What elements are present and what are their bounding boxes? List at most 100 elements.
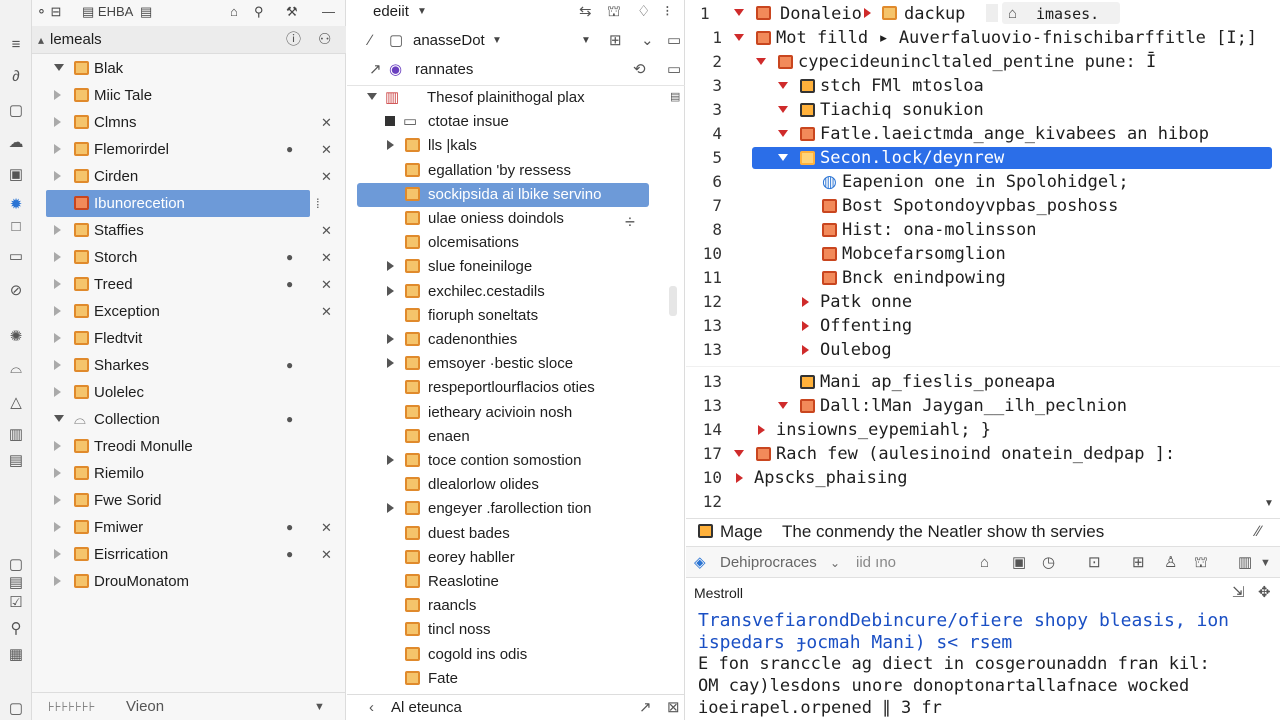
doc-icon[interactable]: ▢ — [7, 556, 25, 574]
close-icon[interactable]: ✕ — [321, 271, 332, 298]
chevron-right-icon[interactable] — [802, 290, 809, 314]
chevron-down-icon[interactable] — [54, 55, 64, 82]
mid-tree-item[interactable]: cadenonthies — [347, 328, 667, 352]
toolbar-menu-2[interactable]: ▤ EHBA — [82, 0, 133, 24]
chevron-right-icon[interactable] — [802, 338, 809, 362]
bookmark-icon[interactable]: ⌂ — [230, 0, 238, 24]
chevron-right-icon[interactable] — [54, 541, 61, 568]
gear-icon[interactable]: ✹ — [7, 196, 25, 214]
editor-line[interactable]: 13 Oulebog — [686, 338, 1280, 362]
close-icon[interactable]: ✕ — [321, 163, 332, 190]
columns-toolbar-icon[interactable]: ▥ — [1238, 547, 1252, 579]
save-icon[interactable]: ▣ — [1012, 547, 1026, 579]
mid-tree-item[interactable]: ▥ Thesof plainithogal plax — [347, 86, 667, 110]
chevron-right-icon[interactable] — [54, 514, 61, 541]
person-icon[interactable]: ♙ — [1164, 547, 1177, 579]
stop-icon[interactable] — [385, 116, 395, 127]
tab1-arrow-icon[interactable] — [734, 2, 744, 26]
chevron-right-icon[interactable] — [387, 134, 394, 158]
lock-icon[interactable]: ⛫ — [607, 0, 621, 24]
left-tree-item[interactable]: Blak — [32, 55, 346, 82]
close-icon[interactable]: ✕ — [321, 244, 332, 271]
chevron-right-icon[interactable] — [54, 298, 61, 325]
mid-tree-item[interactable]: engeyer .farollection tion — [347, 497, 667, 521]
card-icon[interactable]: ▭ — [667, 57, 681, 83]
chevron-right-icon[interactable] — [802, 314, 809, 338]
wrench-icon[interactable]: ⚒ — [286, 0, 298, 24]
status-dot-icon[interactable]: ● — [286, 352, 293, 379]
panel-toggle-icon[interactable]: ▭ — [667, 28, 681, 54]
mid-tree-item[interactable]: fioruph soneltats — [347, 304, 667, 328]
chevron-right-icon[interactable] — [54, 244, 61, 271]
upload-icon[interactable]: ⌓ — [7, 360, 25, 378]
editor-line[interactable]: 12 — [686, 490, 1280, 514]
left-tree-item[interactable]: Cirden ✕ — [32, 163, 346, 190]
editor-line[interactable]: 14 insiowns_eypemiahl; } — [686, 418, 1280, 442]
editor-line[interactable]: 10 Apscks_phaising — [686, 466, 1280, 490]
mid-tree-item[interactable]: ietheary acivioin nosh — [347, 401, 667, 425]
chevron-right-icon[interactable] — [54, 136, 61, 163]
tab-donaleio[interactable]: Donaleio — [780, 2, 862, 26]
chevron-down-icon[interactable] — [367, 86, 377, 110]
mid-tree-item[interactable]: emsoyer ·bestic sloce — [347, 352, 667, 376]
chevron-down-icon[interactable] — [778, 394, 788, 418]
left-tree-item[interactable]: Sharkes ● — [32, 352, 346, 379]
chevron-down-icon[interactable] — [778, 122, 788, 146]
cloud-icon[interactable]: ☁ — [7, 134, 25, 152]
editor-line[interactable]: 11 Bnck enindpowing — [686, 266, 1280, 290]
left-tree-item[interactable]: Uolelec — [32, 379, 346, 406]
chevron-down-icon[interactable] — [756, 50, 766, 74]
search-icon[interactable]: ◉ — [389, 57, 402, 83]
chevron-right-icon[interactable] — [736, 466, 743, 490]
grid-icon[interactable]: ▢ — [7, 700, 25, 718]
mid-tree-item[interactable]: Fate — [347, 667, 667, 691]
mid-tree-item[interactable]: duest bades — [347, 522, 667, 546]
zoom-icon[interactable]: ⊡ — [1088, 547, 1101, 579]
check-icon[interactable]: ☑ — [7, 594, 25, 612]
left-tree-item[interactable]: Miic Tale — [32, 82, 346, 109]
left-footer-label[interactable]: Vieon — [126, 693, 164, 720]
close-icon[interactable]: ✕ — [321, 217, 332, 244]
left-tree-item[interactable]: Fledtvit — [32, 325, 346, 352]
grid-toolbar-icon[interactable]: ⊞ — [1132, 547, 1145, 579]
list-icon[interactable]: ▤ — [7, 574, 25, 592]
link-icon[interactable]: ∂ — [7, 68, 25, 86]
user-icon[interactable]: ⚇ — [318, 26, 331, 54]
editor-line[interactable]: 3 Tiachiq sonukion — [686, 98, 1280, 122]
refresh-icon[interactable]: ⟲ — [633, 57, 646, 83]
edit-icon[interactable]: ∕ — [369, 28, 372, 54]
collapse-icon[interactable]: ▴ — [38, 26, 44, 54]
close-icon[interactable]: ✕ — [321, 298, 332, 325]
status-dot-icon[interactable]: ● — [286, 541, 293, 568]
chevron-right-icon[interactable] — [387, 352, 394, 376]
mid-tree-item[interactable]: olcemisations — [347, 231, 667, 255]
editor-line[interactable]: 4 Fatle.laeictmda_ange_kivabees an hibop — [686, 122, 1280, 146]
image-icon[interactable]: ▣ — [7, 166, 25, 184]
bottom-dropdown-icon[interactable]: ⌄ — [830, 547, 840, 579]
chevron-down-icon[interactable] — [734, 442, 744, 466]
chevron-down-icon[interactable] — [778, 74, 788, 98]
wand-icon[interactable]: ↗ — [369, 57, 382, 83]
bottom-dropdown[interactable]: Dehiprocraces — [720, 547, 817, 579]
editor-line[interactable]: 10 Mobcefarsomglion — [686, 242, 1280, 266]
chevron-right-icon[interactable] — [54, 379, 61, 406]
chevron-right-icon[interactable] — [387, 255, 394, 279]
editor-line[interactable]: 13 Mani ap_fieslis_poneapa — [686, 370, 1280, 394]
clock-icon[interactable]: ◷ — [1042, 547, 1055, 579]
editor-line[interactable]: 3 stch FMl mtosloa — [686, 74, 1280, 98]
chevron-right-icon[interactable] — [54, 433, 61, 460]
status-edit-icon[interactable]: ∕∕ — [1256, 519, 1261, 545]
info-icon[interactable]: ⓘ — [286, 26, 301, 54]
file-icon[interactable]: ▢ — [7, 102, 25, 120]
pin-icon[interactable]: ⚲ — [7, 620, 25, 638]
compass-icon[interactable]: ⊘ — [7, 282, 25, 300]
mid-tree-item[interactable]: cogold ins odis — [347, 643, 667, 667]
chevron-right-icon[interactable] — [54, 82, 61, 109]
tab-images[interactable]: imases. — [1036, 2, 1099, 26]
editor-line[interactable]: 12 Patk onne — [686, 290, 1280, 314]
left-tree-item[interactable]: Fwe Sorid — [32, 487, 346, 514]
chevron-right-icon[interactable] — [54, 163, 61, 190]
editor-line[interactable]: 8 Hist: ona-molinsson — [686, 218, 1280, 242]
minimize-icon[interactable]: — — [322, 0, 335, 24]
left-tree-item[interactable]: DrouMonatom — [32, 568, 346, 595]
